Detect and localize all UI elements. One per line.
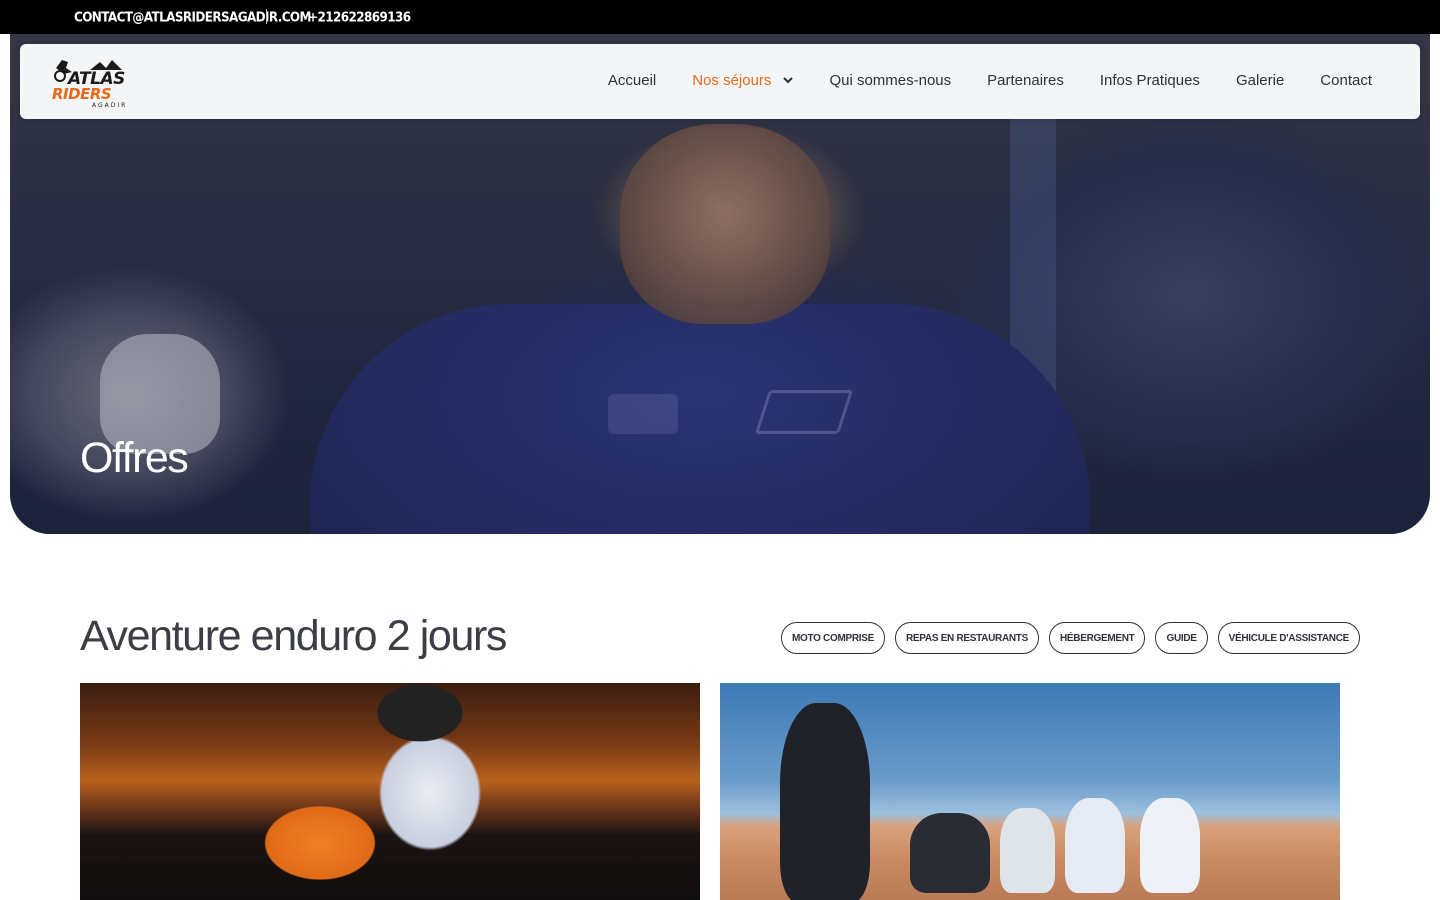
offer-image-desert-group[interactable] (720, 683, 1340, 900)
topbar-divider (266, 9, 267, 24)
nav-item-qui-sommes-nous[interactable]: Qui sommes-nous (829, 72, 951, 89)
nav-item-partenaires[interactable]: Partenaires (987, 72, 1064, 89)
offer-image-rider-1 (910, 813, 990, 893)
tag-vehicule-assistance: VÉHICULE D'ASSISTANCE (1217, 622, 1360, 654)
nav-item-galerie[interactable]: Galerie (1236, 72, 1284, 89)
main-navbar: ATLAS RIDERS AGADIR Accueil Nos séjours … (20, 44, 1420, 119)
nav-item-nos-sejours[interactable]: Nos séjours (692, 72, 794, 89)
nav-item-label: Galerie (1235, 72, 1285, 89)
nav-item-accueil[interactable]: Accueil (608, 72, 656, 89)
nav-item-label: Contact (1320, 72, 1372, 89)
tag-moto-comprise: MOTO COMPRISE (780, 622, 885, 654)
chevron-down-icon[interactable] (783, 75, 794, 87)
tag-repas: REPAS EN RESTAURANTS (895, 622, 1039, 654)
offer-image-guide (780, 703, 870, 900)
offer-image-rider (280, 683, 510, 900)
offer-image-rider-3 (1065, 798, 1125, 893)
contact-email-link[interactable]: CONTACT@ATLASRIDERSAGADIR.COM (74, 9, 311, 25)
nav-item-label: Qui sommes-nous (829, 72, 952, 89)
atlas-riders-logo[interactable]: ATLAS RIDERS AGADIR (50, 54, 150, 110)
hero-title: Offres (80, 434, 189, 482)
offer-image-rider-2 (1000, 808, 1055, 893)
tag-hebergement: HÉBERGEMENT (1048, 622, 1146, 654)
svg-text:AGADIR: AGADIR (92, 102, 127, 109)
offer-title: Aventure enduro 2 jours (80, 612, 507, 660)
top-contact-bar: CONTACT@ATLASRIDERSAGADIR.COM +212622869… (0, 0, 1440, 34)
nav-menu: Accueil Nos séjours Qui sommes-nous Part… (572, 72, 1372, 89)
nav-item-label: Accueil (607, 72, 657, 89)
nav-item-contact[interactable]: Contact (1320, 72, 1372, 89)
contact-phone-link[interactable]: +212622869136 (308, 9, 411, 25)
offer-tags: MOTO COMPRISE REPAS EN RESTAURANTS HÉBER… (771, 622, 1360, 654)
nav-item-label: Infos Pratiques (1099, 72, 1200, 89)
nav-item-label: Nos séjours (692, 72, 772, 89)
nav-item-infos-pratiques[interactable]: Infos Pratiques (1100, 72, 1200, 89)
svg-text:RIDERS: RIDERS (52, 85, 111, 103)
nav-item-label: Partenaires (987, 72, 1064, 89)
offer-image-rider-4 (1140, 798, 1200, 893)
tag-guide: GUIDE (1155, 622, 1208, 654)
offer-image-sunset-rider[interactable] (80, 683, 700, 900)
